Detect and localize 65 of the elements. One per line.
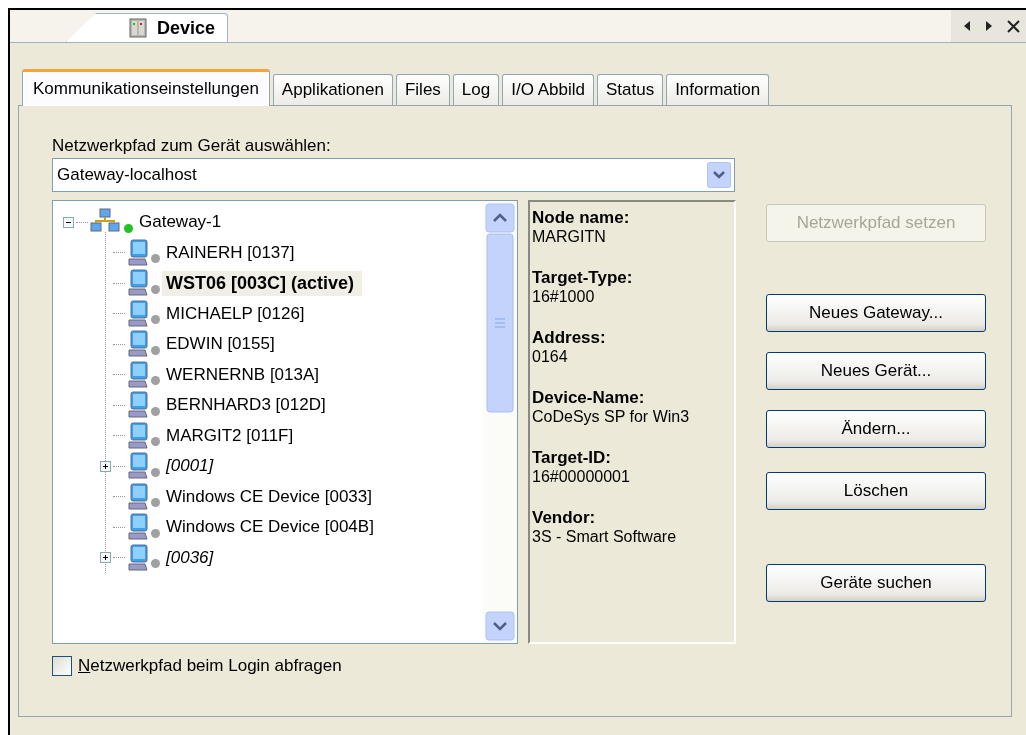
tree-item[interactable]: WST06 [003C] (active) [162,270,363,296]
tree-item[interactable]: WERNERNB [013A] [162,362,324,387]
info-value: 3S - Smart Software [532,528,678,546]
device-icon [129,18,147,38]
scroll-thumb[interactable] [485,233,515,413]
tree-item[interactable]: MARGIT2 [011F] [162,423,298,448]
computer-icon [127,391,149,420]
tree-item[interactable]: BERNHARD3 [012D] [162,393,330,418]
tab[interactable]: Applikationen [272,74,393,105]
scrollbar[interactable] [483,201,517,643]
info-label: Vendor: [532,508,597,528]
tab[interactable]: Information [666,74,770,105]
computer-icon [127,543,149,572]
dropdown-icon[interactable] [707,162,731,188]
tab[interactable]: Files [395,74,450,105]
computer-icon [127,360,149,389]
tree-item[interactable]: EDWIN [0155] [162,332,279,357]
expand-icon[interactable] [100,552,111,564]
computer-icon [127,513,149,542]
tab[interactable]: Log [452,74,500,105]
scroll-up-icon[interactable] [485,203,515,233]
computer-icon [127,452,149,481]
action-button[interactable]: Ändern... [766,410,986,448]
info-label: Target-ID: [532,448,612,468]
close-icon[interactable] [1007,19,1020,33]
scroll-down-icon[interactable] [485,611,515,641]
path-select[interactable]: Gateway-localhost [52,158,735,192]
tree-item[interactable]: [0036] [162,545,218,570]
info-value: 16#00000001 [532,468,631,486]
info-label: Address: [532,328,607,348]
computer-icon [127,482,149,511]
expand-icon[interactable] [100,460,111,472]
tree-item[interactable]: Windows CE Device [004B] [162,515,378,540]
action-button[interactable]: Löschen [766,472,986,510]
scroll-right-icon[interactable] [985,20,993,32]
tree-item[interactable]: Gateway-1 [135,210,226,235]
tab[interactable]: Kommunikationseinstellungen [22,69,270,106]
tab[interactable]: Status [596,74,664,105]
info-value: CoDeSys SP for Win3 [532,408,691,426]
info-value: MARGITN [532,228,607,246]
computer-icon [127,421,149,450]
info-label: Node name: [532,208,631,228]
computer-icon [127,269,149,298]
info-label: Target-Type: [532,268,634,288]
computer-icon [127,330,149,359]
computer-icon [127,238,149,267]
action-button[interactable]: Neues Gateway... [766,294,986,332]
collapse-icon[interactable] [63,216,74,228]
tree-item[interactable]: Windows CE Device [0033] [162,484,376,509]
path-label: Netzwerkpfad zum Gerät auswählen: [52,136,332,157]
tab[interactable]: I/O Abbild [502,74,594,105]
info-label: Device-Name: [532,388,646,408]
document-title: Device [157,17,216,39]
document-tab[interactable]: Device [66,13,229,42]
checkbox[interactable] [52,656,72,676]
action-button[interactable]: Geräte suchen [766,564,986,602]
tree-item[interactable]: RAINERH [0137] [162,240,299,265]
info-value: 0164 [532,348,569,366]
tree-item[interactable]: MICHAELP [0126] [162,301,309,326]
info-value: 16#1000 [532,288,596,306]
computer-icon [127,299,149,328]
checkbox-label[interactable]: Netzwerkpfad beim Login abfragen [78,656,342,676]
tree-item[interactable]: [0001] [162,454,218,479]
scroll-left-icon[interactable] [963,20,971,32]
action-button[interactable]: Neues Gerät... [766,352,986,390]
